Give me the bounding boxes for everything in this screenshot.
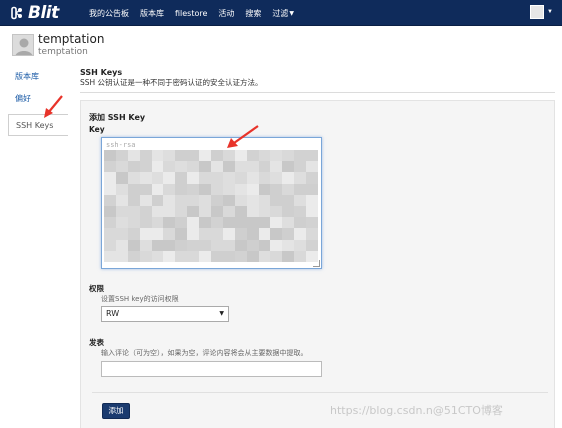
watermark: https://blog.csdn.n@51CTO博客 bbox=[330, 404, 503, 417]
annotation-arrows bbox=[44, 95, 259, 148]
arrow-to-ssh-keys-icon bbox=[44, 95, 63, 118]
arrow-to-key-field-icon bbox=[227, 125, 259, 148]
